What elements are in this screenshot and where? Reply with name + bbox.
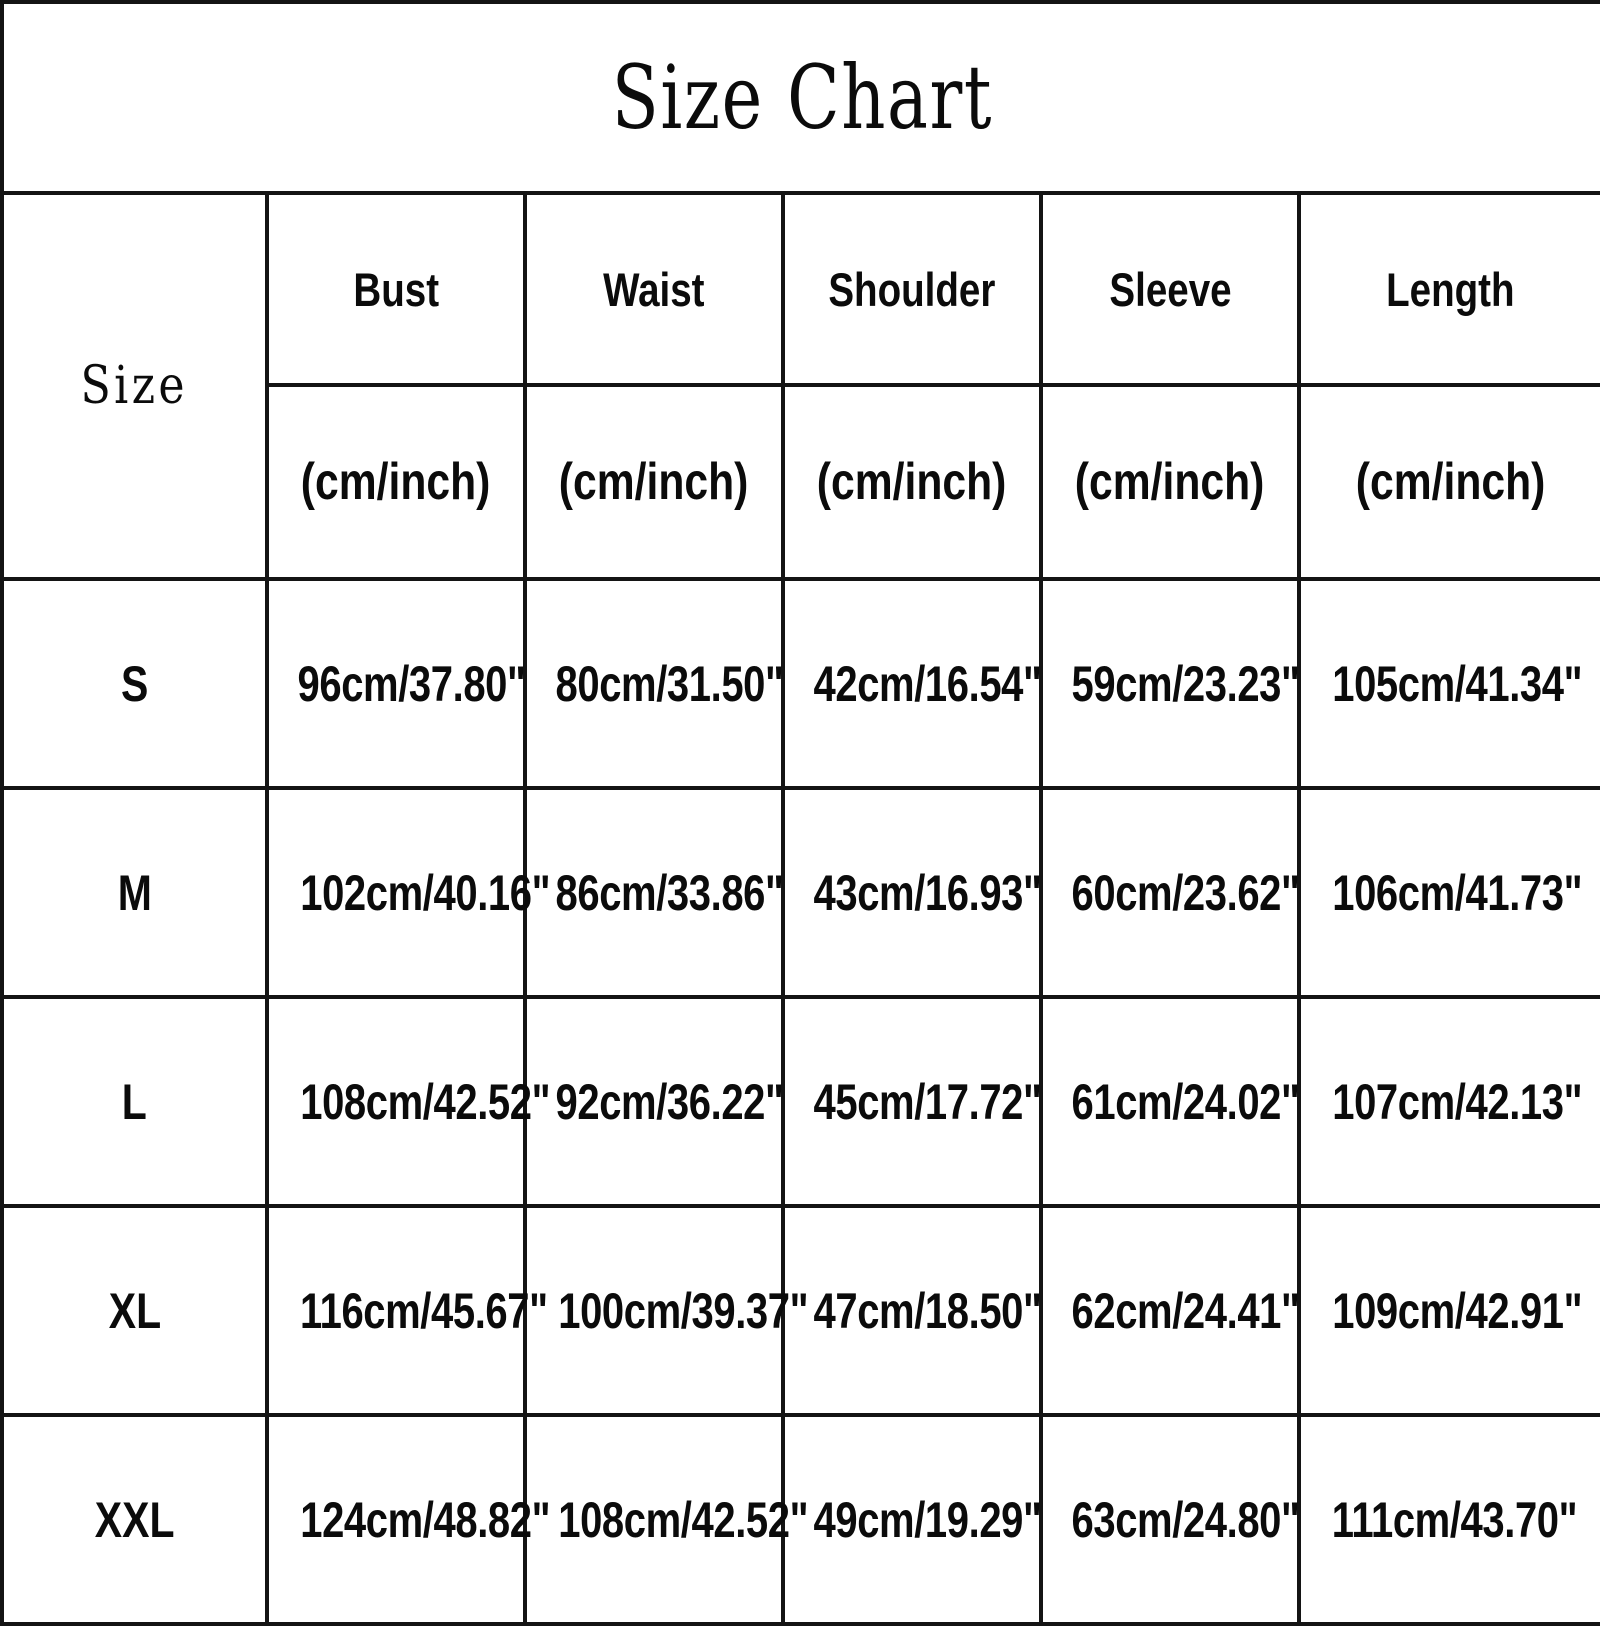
unit-header-shoulder-label: (cm/inch) bbox=[817, 453, 1007, 511]
size-corner-label: Size bbox=[80, 356, 189, 416]
row-bust-value: 108cm/42.52" bbox=[300, 1073, 551, 1130]
row-size-cell: XL bbox=[0, 1204, 269, 1417]
row-waist-value: 86cm/33.86" bbox=[555, 864, 784, 921]
row-length-cell: 107cm/42.13" bbox=[1297, 995, 1600, 1208]
row-waist-value: 100cm/39.37" bbox=[558, 1282, 809, 1339]
unit-header-bust: (cm/inch) bbox=[265, 383, 527, 581]
row-bust-cell: 108cm/42.52" bbox=[265, 995, 551, 1208]
row-waist-value: 92cm/36.22" bbox=[555, 1073, 784, 1130]
row-length-value: 106cm/41.73" bbox=[1332, 864, 1583, 921]
row-size-cell: XXL bbox=[0, 1413, 269, 1626]
row-shoulder-value: 49cm/19.29" bbox=[813, 1491, 1042, 1548]
unit-header-waist: (cm/inch) bbox=[523, 383, 785, 581]
row-length-cell: 106cm/41.73" bbox=[1297, 786, 1600, 999]
row-size-label: S bbox=[120, 655, 149, 712]
size-chart-table: Size Chart Size Bust Waist Shoulder Slee… bbox=[0, 0, 1600, 1626]
table-row: M 102cm/40.16" 86cm/33.86" 43cm/16.93" 6… bbox=[0, 786, 1600, 999]
page-title: Size Chart bbox=[611, 45, 993, 149]
unit-header-waist-label: (cm/inch) bbox=[559, 453, 749, 511]
column-header-length-label: Length bbox=[1386, 262, 1515, 316]
unit-header-shoulder: (cm/inch) bbox=[781, 383, 1043, 581]
unit-header-length-label: (cm/inch) bbox=[1355, 453, 1546, 511]
row-sleeve-cell: 63cm/24.80" bbox=[1039, 1413, 1301, 1626]
column-header-waist: Waist bbox=[523, 191, 785, 387]
unit-header-bust-label: (cm/inch) bbox=[301, 453, 491, 511]
unit-header-length: (cm/inch) bbox=[1297, 383, 1600, 581]
row-bust-cell: 116cm/45.67" bbox=[265, 1204, 548, 1417]
column-header-bust: Bust bbox=[265, 191, 527, 387]
column-header-sleeve-label: Sleeve bbox=[1108, 262, 1232, 316]
row-length-cell: 105cm/41.34" bbox=[1297, 577, 1600, 790]
row-waist-cell: 86cm/33.86" bbox=[523, 786, 785, 999]
row-shoulder-value: 47cm/18.50" bbox=[813, 1282, 1042, 1339]
row-size-label: XXL bbox=[94, 1491, 175, 1548]
row-sleeve-value: 59cm/23.23" bbox=[1071, 655, 1300, 712]
chart-title-cell: Size Chart bbox=[0, 0, 1600, 195]
column-header-waist-label: Waist bbox=[603, 262, 705, 316]
row-shoulder-cell: 43cm/16.93" bbox=[781, 786, 1043, 999]
row-waist-cell: 100cm/39.37" bbox=[523, 1204, 809, 1417]
row-sleeve-cell: 60cm/23.62" bbox=[1039, 786, 1301, 999]
row-shoulder-cell: 45cm/17.72" bbox=[781, 995, 1043, 1208]
header-row-names: Size Bust Waist Shoulder Sleeve Length bbox=[0, 191, 1600, 581]
row-length-cell: 111cm/43.70" bbox=[1297, 1413, 1600, 1626]
row-size-cell: S bbox=[0, 577, 269, 790]
row-size-label: M bbox=[117, 864, 152, 921]
row-bust-value: 102cm/40.16" bbox=[300, 864, 551, 921]
row-waist-cell: 108cm/42.52" bbox=[523, 1413, 809, 1626]
column-header-bust-label: Bust bbox=[353, 262, 439, 316]
row-length-value: 107cm/42.13" bbox=[1332, 1073, 1583, 1130]
row-size-cell: L bbox=[0, 995, 269, 1208]
row-bust-cell: 124cm/48.82" bbox=[265, 1413, 551, 1626]
row-size-label: XL bbox=[108, 1282, 161, 1339]
row-sleeve-value: 62cm/24.41" bbox=[1071, 1282, 1300, 1339]
row-waist-value: 80cm/31.50" bbox=[555, 655, 784, 712]
row-waist-cell: 92cm/36.22" bbox=[523, 995, 785, 1208]
unit-header-sleeve: (cm/inch) bbox=[1039, 383, 1301, 581]
row-shoulder-cell: 49cm/19.29" bbox=[781, 1413, 1043, 1626]
row-sleeve-cell: 62cm/24.41" bbox=[1039, 1204, 1301, 1417]
row-sleeve-value: 60cm/23.62" bbox=[1071, 864, 1300, 921]
column-header-shoulder: Shoulder bbox=[781, 191, 1043, 387]
row-sleeve-cell: 61cm/24.02" bbox=[1039, 995, 1301, 1208]
row-waist-cell: 80cm/31.50" bbox=[523, 577, 785, 790]
column-header-sleeve: Sleeve bbox=[1039, 191, 1301, 387]
row-shoulder-value: 45cm/17.72" bbox=[813, 1073, 1042, 1130]
row-shoulder-cell: 42cm/16.54" bbox=[781, 577, 1043, 790]
size-chart-container: Size Chart Size Bust Waist Shoulder Slee… bbox=[0, 0, 1600, 1626]
row-shoulder-value: 43cm/16.93" bbox=[813, 864, 1042, 921]
row-length-value: 111cm/43.70" bbox=[1331, 1491, 1578, 1548]
column-header-shoulder-label: Shoulder bbox=[828, 262, 996, 316]
table-row: L 108cm/42.52" 92cm/36.22" 45cm/17.72" 6… bbox=[0, 995, 1600, 1208]
row-shoulder-cell: 47cm/18.50" bbox=[781, 1204, 1043, 1417]
row-shoulder-value: 42cm/16.54" bbox=[813, 655, 1042, 712]
table-row: XXL 124cm/48.82" 108cm/42.52" 49cm/19.29… bbox=[0, 1413, 1600, 1626]
row-bust-value: 124cm/48.82" bbox=[300, 1491, 551, 1548]
row-size-cell: M bbox=[0, 786, 269, 999]
row-bust-cell: 96cm/37.80" bbox=[265, 577, 527, 790]
row-size-label: L bbox=[121, 1073, 148, 1130]
table-row: XL 116cm/45.67" 100cm/39.37" 47cm/18.50"… bbox=[0, 1204, 1600, 1417]
row-bust-value: 96cm/37.80" bbox=[297, 655, 526, 712]
title-row: Size Chart bbox=[0, 0, 1600, 195]
row-bust-value: 116cm/45.67" bbox=[299, 1282, 548, 1339]
column-header-length: Length bbox=[1297, 191, 1600, 387]
row-length-value: 105cm/41.34" bbox=[1332, 655, 1583, 712]
size-corner-header: Size bbox=[0, 191, 269, 581]
row-length-value: 109cm/42.91" bbox=[1332, 1282, 1583, 1339]
row-sleeve-value: 63cm/24.80" bbox=[1071, 1491, 1300, 1548]
row-waist-value: 108cm/42.52" bbox=[558, 1491, 809, 1548]
row-sleeve-cell: 59cm/23.23" bbox=[1039, 577, 1301, 790]
table-row: S 96cm/37.80" 80cm/31.50" 42cm/16.54" 59… bbox=[0, 577, 1600, 790]
row-sleeve-value: 61cm/24.02" bbox=[1071, 1073, 1300, 1130]
row-length-cell: 109cm/42.91" bbox=[1297, 1204, 1600, 1417]
row-bust-cell: 102cm/40.16" bbox=[265, 786, 551, 999]
unit-header-sleeve-label: (cm/inch) bbox=[1075, 453, 1265, 511]
